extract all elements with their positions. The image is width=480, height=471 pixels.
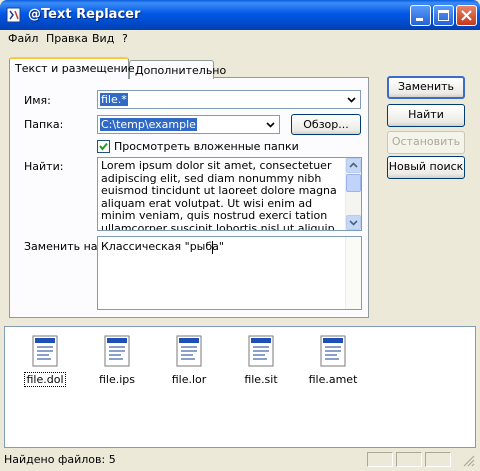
- document-icon: [320, 335, 346, 367]
- document-icon: [104, 335, 130, 367]
- new-search-button[interactable]: Новый поиск: [387, 156, 465, 179]
- close-button[interactable]: [456, 5, 477, 26]
- file-item[interactable]: file.ips: [89, 335, 145, 386]
- subfolders-label: Просмотреть вложенные папки: [114, 140, 299, 153]
- status-panel: [425, 452, 451, 467]
- find-button[interactable]: Найти: [387, 104, 465, 127]
- tab-text-and-location[interactable]: Текст и размещение: [9, 57, 135, 79]
- browse-button[interactable]: Обзор...: [291, 114, 361, 135]
- folder-combo[interactable]: C:\temp\example: [97, 115, 280, 134]
- scroll-down-icon[interactable]: [346, 215, 361, 230]
- find-textarea[interactable]: Lorem ipsum dolor sit amet, consectetuer…: [97, 157, 362, 231]
- menu-bar: Файл Правка Вид ?: [0, 30, 480, 48]
- tab-advanced[interactable]: Дополнительно: [129, 60, 226, 79]
- file-item[interactable]: file.amet: [305, 335, 361, 386]
- file-name: file.ips: [98, 373, 136, 386]
- scroll-thumb[interactable]: [346, 174, 361, 192]
- chevron-down-icon[interactable]: [263, 117, 278, 132]
- replace-textarea[interactable]: Классическая "рыба": [97, 236, 362, 310]
- menu-file[interactable]: Файл: [8, 32, 38, 45]
- minimize-button[interactable]: [410, 5, 431, 26]
- file-item[interactable]: file.dol: [17, 335, 73, 387]
- name-value: file.*: [100, 93, 128, 106]
- file-item[interactable]: file.lor: [161, 335, 217, 386]
- file-name: file.lor: [171, 373, 207, 386]
- status-found-text: Найдено файлов: 5: [4, 453, 116, 466]
- subfolders-checkbox[interactable]: [97, 140, 110, 153]
- find-label: Найти:: [24, 160, 64, 173]
- resize-grip-icon[interactable]: [462, 454, 476, 468]
- menu-edit[interactable]: Правка: [46, 32, 88, 45]
- app-icon: [6, 7, 22, 23]
- file-name: file.amet: [308, 373, 358, 386]
- document-icon: [176, 335, 202, 367]
- folder-value: C:\temp\example: [100, 118, 197, 131]
- name-label: Имя:: [24, 94, 51, 107]
- text-caret: [212, 241, 213, 254]
- document-icon: [248, 335, 274, 367]
- stop-button[interactable]: Остановить: [387, 131, 465, 154]
- status-panel: [367, 452, 393, 467]
- chevron-down-icon[interactable]: [344, 92, 359, 107]
- folder-label: Папка:: [24, 118, 64, 131]
- document-icon: [32, 335, 58, 367]
- menu-view[interactable]: Вид: [92, 32, 114, 45]
- maximize-button[interactable]: [433, 5, 454, 26]
- replace-text: Классическая "рыба": [101, 240, 224, 253]
- status-panel: [396, 452, 422, 467]
- file-item[interactable]: file.sit: [233, 335, 289, 386]
- status-bar: Найдено файлов: 5: [0, 450, 480, 469]
- window-title: @Text Replacer: [28, 7, 141, 22]
- replace-label: Заменить на:: [24, 240, 102, 253]
- scroll-up-icon[interactable]: [346, 158, 361, 173]
- menu-help[interactable]: ?: [122, 32, 128, 45]
- file-name: file.sit: [244, 373, 278, 386]
- find-text: Lorem ipsum dolor sit amet, consectetuer…: [101, 159, 337, 231]
- file-name: file.dol: [24, 372, 66, 387]
- find-scrollbar[interactable]: [345, 158, 361, 230]
- replace-scrollbar[interactable]: [345, 237, 361, 309]
- file-list[interactable]: file.dol file.ips file.lor file.sit file…: [4, 326, 476, 448]
- replace-button[interactable]: Заменить: [387, 76, 465, 99]
- name-combo[interactable]: file.*: [97, 90, 361, 109]
